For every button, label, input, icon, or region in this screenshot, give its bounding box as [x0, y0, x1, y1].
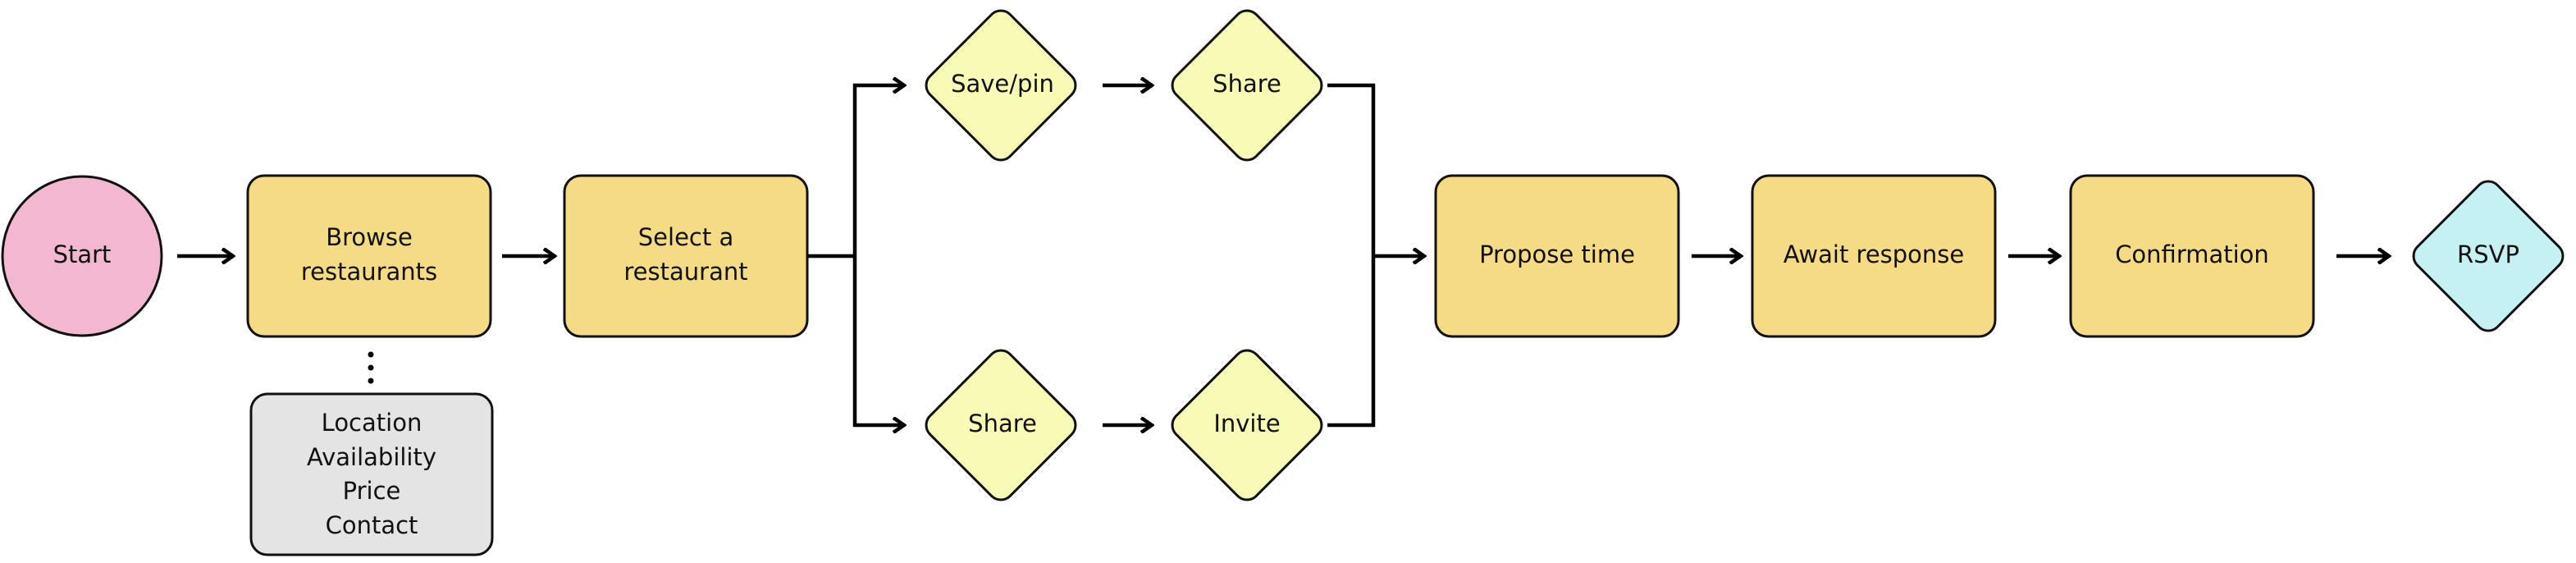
edge-share-merge — [1327, 83, 1376, 428]
propose-label: Propose time — [1479, 240, 1635, 268]
select-label-line2: restaurant — [623, 258, 747, 286]
edge-branch-share-bottom — [852, 256, 904, 425]
share-top-label: Share — [1213, 70, 1281, 98]
invite-label: Invite — [1213, 410, 1280, 437]
node-select-restaurant[interactable]: Select a restaurant — [563, 174, 809, 338]
detail-price: Price — [343, 477, 401, 505]
dotted-connector — [368, 351, 374, 384]
node-save-pin[interactable]: Save/pin — [920, 5, 1080, 165]
node-browse-details[interactable]: Location Availability Price Contact — [249, 392, 494, 556]
node-confirmation[interactable]: Confirmation — [2069, 174, 2315, 338]
start-label: Start — [53, 240, 112, 268]
node-rsvp[interactable]: RSVP — [2408, 176, 2568, 336]
share-bottom-label: Share — [968, 410, 1037, 437]
flowchart: Start Browse restaurants Location Availa… — [1, 5, 2568, 556]
browse-label-line1: Browse — [326, 223, 413, 251]
rsvp-label: RSVP — [2457, 240, 2519, 268]
node-propose-time[interactable]: Propose time — [1434, 174, 1680, 338]
confirmation-label: Confirmation — [2115, 240, 2269, 268]
node-share-bottom[interactable]: Share — [920, 345, 1080, 505]
browse-label-line2: restaurants — [301, 258, 437, 286]
detail-availability: Availability — [307, 443, 436, 471]
select-label-line1: Select a — [638, 223, 733, 251]
node-browse-restaurants[interactable]: Browse restaurants — [246, 174, 492, 338]
save-pin-label: Save/pin — [951, 70, 1054, 98]
node-await-response[interactable]: Await response — [1751, 174, 1997, 338]
edge-branch-savepin — [852, 85, 904, 256]
edges — [177, 85, 2389, 425]
node-invite[interactable]: Invite — [1167, 345, 1327, 505]
node-start[interactable]: Start — [1, 175, 163, 337]
detail-location: Location — [322, 409, 422, 437]
node-share-top[interactable]: Share — [1167, 5, 1327, 165]
detail-contact: Contact — [326, 511, 418, 539]
await-label: Await response — [1784, 240, 1965, 268]
